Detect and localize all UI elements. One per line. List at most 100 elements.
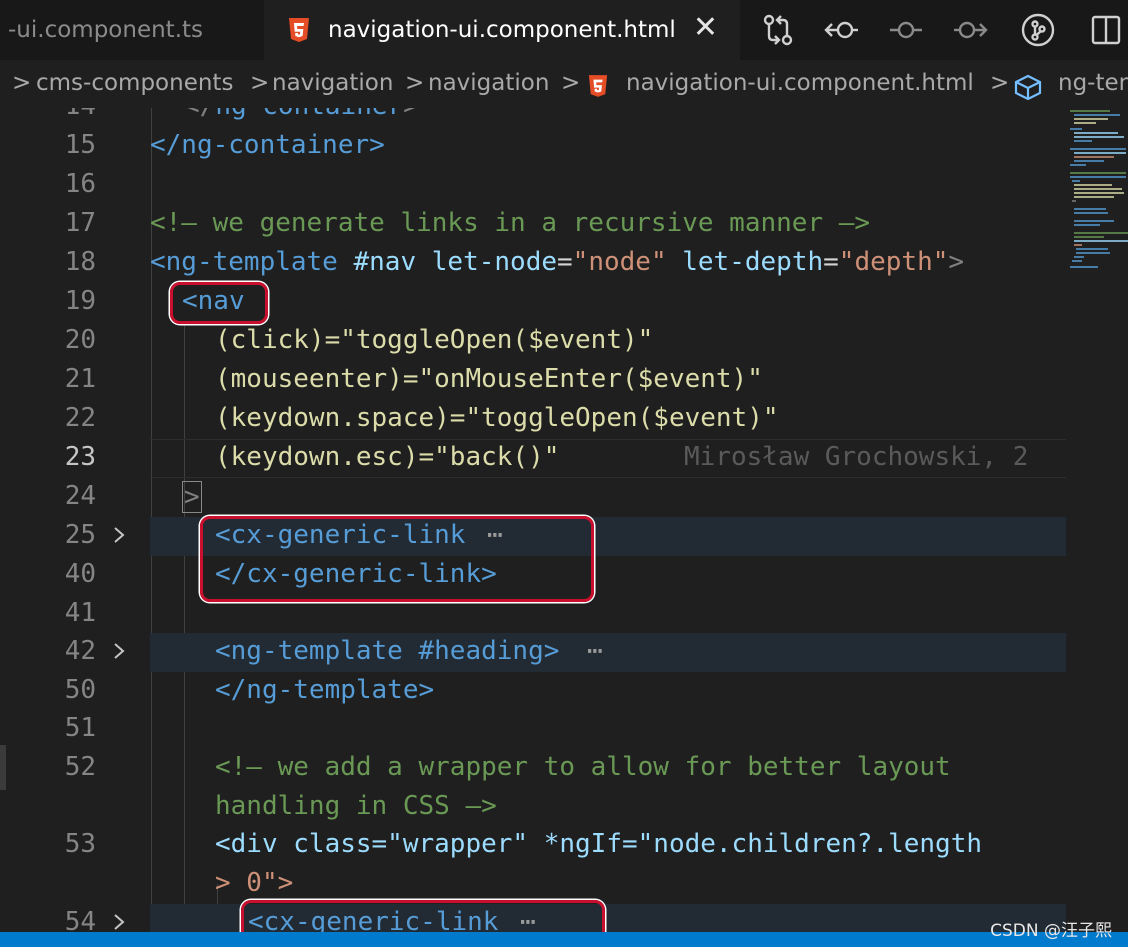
code-comment: handling in CSS —> (215, 791, 497, 821)
breadcrumb-item[interactable]: navigation (272, 70, 393, 96)
minimap-line (1074, 196, 1114, 198)
minimap-line (1074, 236, 1104, 238)
minimap-line (1070, 164, 1086, 166)
code-text: </ng-container> (184, 108, 419, 121)
minimap-line (1074, 132, 1118, 134)
minimap-line (1074, 152, 1126, 154)
editor-scrollbar-indicator[interactable] (0, 745, 6, 790)
line-number: 40 (64, 559, 96, 589)
minimap-line (1074, 160, 1104, 162)
tab-component-ts-label: -ui.component.ts (8, 17, 204, 43)
line-number: 52 (64, 752, 96, 782)
code-text: > (182, 481, 202, 513)
code-text: <ng-template #heading> (215, 636, 560, 666)
chevron-right-icon: > (405, 70, 425, 96)
breadcrumb-item[interactable]: navigation (428, 70, 549, 96)
git-compare-icon[interactable] (760, 12, 796, 48)
code-editor[interactable]: 14 </ng-container> 15 </ng-container> 16… (0, 108, 1128, 932)
git-graph-icon[interactable] (1020, 12, 1056, 48)
minimap-line (1070, 176, 1126, 178)
minimap-line (1074, 184, 1112, 186)
timeline-icon[interactable] (888, 12, 924, 48)
minimap-line (1074, 192, 1124, 194)
code-line[interactable]: 22 (keydown.space)="toggleOpen($event)" (0, 400, 1066, 439)
code-line[interactable]: 24 > (0, 478, 1066, 517)
code-line[interactable]: 23 (keydown.esc)="back()" Mirosław Groch… (0, 439, 1066, 478)
split-editor-icon[interactable] (1088, 12, 1124, 48)
minimap-line (1072, 260, 1082, 262)
line-number: 54 (64, 907, 96, 932)
code-line-wrap[interactable]: handling in CSS —> (0, 788, 1066, 827)
chevron-right-icon: > (250, 70, 270, 96)
minimap-line (1074, 212, 1108, 214)
breadcrumb-item[interactable]: navigation-ui.component.html (626, 70, 974, 96)
minimap-line (1074, 224, 1100, 226)
code-line[interactable]: 51 (0, 710, 1066, 749)
minimap-line (1076, 248, 1108, 250)
code-text: > 0"> (215, 868, 294, 898)
code-text: <ng-template #nav let-node="node" let-de… (150, 247, 965, 277)
code-comment: <!— we generate links in a recursive man… (150, 208, 871, 238)
tab-component-html-label: navigation-ui.component.html (328, 17, 676, 43)
line-number: 42 (64, 636, 96, 666)
code-text: (keydown.space)="toggleOpen($event)" (215, 403, 779, 433)
code-line[interactable]: 15 </ng-container> (0, 127, 1066, 166)
fold-chevron-icon[interactable] (112, 520, 126, 550)
code-line[interactable]: 14 </ng-container> (0, 108, 1066, 127)
code-line[interactable]: 42 <ng-template #heading> ⋯ (0, 633, 1066, 672)
minimap-line (1074, 188, 1122, 190)
editor-tab-bar: -ui.component.ts navigation-ui.component… (0, 0, 1128, 60)
code-line[interactable]: 19 <nav (0, 283, 1066, 322)
minimap-line (1072, 200, 1076, 202)
minimap-line (1074, 244, 1082, 246)
minimap[interactable] (1066, 108, 1128, 932)
code-line[interactable]: 18 <ng-template #nav let-node="node" let… (0, 244, 1066, 283)
html5-icon (288, 17, 310, 43)
minimap-line (1072, 180, 1080, 182)
code-line[interactable]: 20 (click)="toggleOpen($event)" (0, 322, 1066, 361)
line-number: 18 (64, 247, 96, 277)
line-number: 53 (64, 829, 96, 859)
code-line[interactable]: 17 <!— we generate links in a recursive … (0, 205, 1066, 244)
line-number: 15 (64, 130, 96, 160)
line-number: 51 (64, 713, 96, 743)
chevron-right-icon: > (990, 70, 1010, 96)
minimap-line (1074, 220, 1114, 222)
tab-component-html[interactable]: navigation-ui.component.html ✕ (264, 0, 740, 60)
minimap-line (1070, 266, 1098, 268)
line-number: 17 (64, 208, 96, 238)
minimap-line (1070, 128, 1082, 130)
folded-ellipsis[interactable]: ⋯ (587, 636, 603, 666)
fold-chevron-icon[interactable] (112, 907, 126, 932)
code-text: (click)="toggleOpen($event)" (215, 325, 654, 355)
breadcrumb-item[interactable]: ng-ten (1058, 70, 1128, 96)
code-line[interactable]: 21 (mouseenter)="onMouseEnter($event)" (0, 361, 1066, 400)
status-bar (0, 932, 1128, 947)
minimap-line (1074, 118, 1108, 120)
annotation-box-generic-link-nested (241, 900, 605, 932)
code-line[interactable]: 16 (0, 166, 1066, 205)
code-line[interactable]: 52 <!— we add a wrapper to allow for bet… (0, 749, 1066, 788)
line-number: 24 (64, 481, 96, 511)
watermark: CSDN @汪子熙 (990, 921, 1112, 941)
code-text: </ng-template> (215, 675, 435, 705)
go-forward-icon[interactable] (952, 12, 988, 48)
html5-icon (588, 74, 608, 98)
minimap-line (1074, 256, 1084, 258)
minimap-line (1074, 114, 1120, 116)
tab-component-ts[interactable]: -ui.component.ts (0, 0, 262, 60)
cube-icon (1014, 74, 1042, 100)
minimap-line (1074, 240, 1128, 242)
close-icon[interactable]: ✕ (693, 12, 718, 44)
code-line[interactable]: 50 </ng-template> (0, 672, 1066, 711)
go-back-icon[interactable] (824, 12, 860, 48)
minimap-line (1070, 172, 1126, 174)
line-number: 20 (64, 325, 96, 355)
code-text: (keydown.esc)="back()" (215, 442, 560, 472)
fold-chevron-icon[interactable] (112, 636, 126, 666)
breadcrumb-item[interactable]: cms-components (36, 70, 233, 96)
code-line[interactable]: 53 <div class="wrapper" *ngIf="node.chil… (0, 826, 1066, 865)
line-number: 21 (64, 364, 96, 394)
code-line-wrap[interactable]: > 0"> (0, 865, 1066, 904)
code-text: (mouseenter)="onMouseEnter($event)" (215, 364, 763, 394)
